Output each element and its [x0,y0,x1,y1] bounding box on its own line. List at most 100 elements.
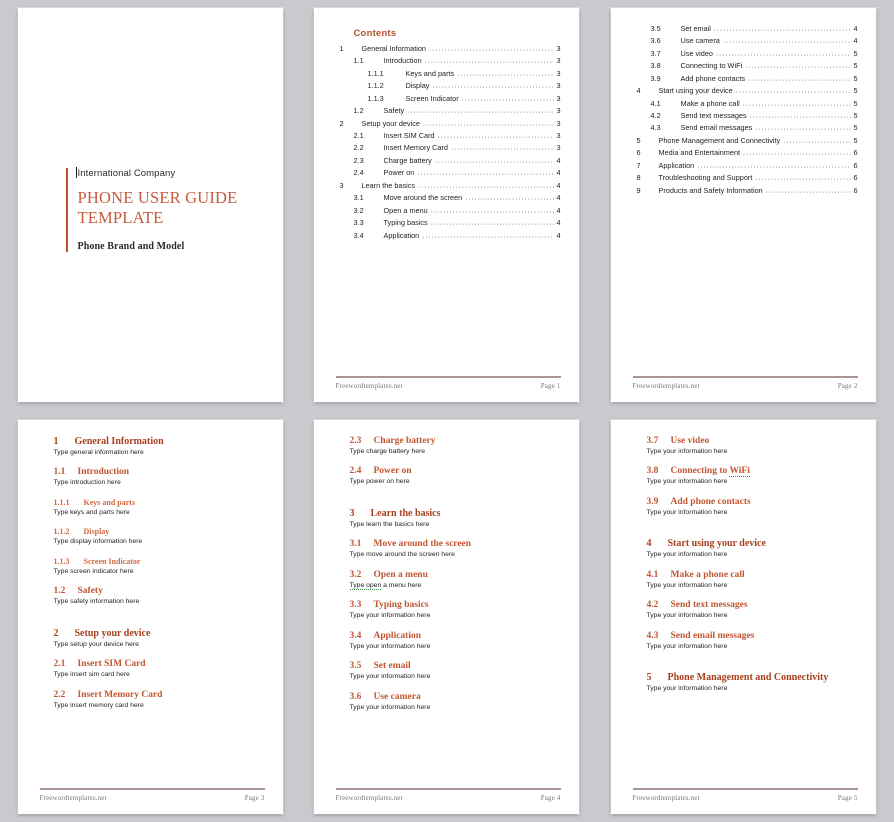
toc-entry[interactable]: 6Media and Entertainment................… [633,147,858,159]
section-heading-level2[interactable]: 3.3Typing basics [350,600,561,610]
toc-entry-page: 5 [851,112,857,119]
section-heading-level2[interactable]: 4.3Send email messages [647,631,858,641]
section-heading-level2[interactable]: 1.1Introduction [54,467,265,477]
section-heading-level1[interactable]: 5Phone Management and Connectivity [647,672,858,683]
toc-entry[interactable]: 2.4Power on.............................… [336,167,561,179]
toc-entry[interactable]: 8Troubleshooting and Support............… [633,172,858,184]
toc-entry[interactable]: 4Start using your device................… [633,84,858,96]
section-body-text[interactable]: Type your information here [647,551,858,559]
section-heading-level2[interactable]: 1.2Safety [54,586,265,596]
section-heading-level2[interactable]: 3.6Use camera [350,692,561,702]
section-body-text[interactable]: Type open a menu here [350,582,561,590]
section-body-text[interactable]: Type your information here [350,643,561,651]
section-heading-level1[interactable]: 4Start using your device [647,538,858,549]
toc-entry[interactable]: 3.9Add phone contacts...................… [633,72,858,84]
section-body-text[interactable]: Type move around the screen here [350,551,561,559]
section-heading-level2[interactable]: 3.2Open a menu [350,570,561,580]
section-heading-level1[interactable]: 3Learn the basics [350,508,561,519]
toc-entry[interactable]: 3.7Use video............................… [633,47,858,59]
section-body-text[interactable]: Type your information here [647,509,858,517]
toc-entry[interactable]: 5Phone Management and Connectivity......… [633,134,858,146]
toc-entry[interactable]: 4.2Send text messages...................… [633,109,858,121]
section-title: Typing basics [374,600,429,610]
section-body-text[interactable]: Type safety information here [54,598,265,606]
section-body-text[interactable]: Type your information here [647,478,858,486]
toc-entry[interactable]: 1.1Introduction.........................… [336,54,561,66]
section-body-text[interactable]: Type your information here [350,704,561,712]
section-heading-level2[interactable]: 4.2Send text messages [647,600,858,610]
cover-document-subtitle[interactable]: Phone Brand and Model [78,241,263,252]
document-page-cover[interactable]: International Company PHONE USER GUIDE T… [18,8,283,402]
cover-company-name[interactable]: International Company [78,168,263,179]
section-heading-level1[interactable]: 1General Information [54,436,265,447]
page-footer-3: Freewordtemplates.net Page 3 [40,788,265,802]
section-body-text[interactable]: Type your information here [647,448,858,456]
toc-entry[interactable]: 3.1Move around the screen...............… [336,192,561,204]
cover-title-block: International Company PHONE USER GUIDE T… [66,168,263,252]
toc-entry[interactable]: 2.3Charge battery.......................… [336,154,561,166]
toc-entry[interactable]: 3.6Use camera...........................… [633,34,858,46]
section-body-text[interactable]: Type your information here [350,673,561,681]
section-title: Display [84,527,110,536]
toc-entry[interactable]: 3.4Application..........................… [336,229,561,241]
section-body-text[interactable]: Type display information here [54,538,265,546]
document-page-2[interactable]: 3.5Set email............................… [611,8,876,402]
cover-document-title[interactable]: PHONE USER GUIDE TEMPLATE [78,188,263,228]
toc-entry[interactable]: 2.1Insert SIM Card......................… [336,129,561,141]
toc-entry[interactable]: 4.3Send email messages..................… [633,122,858,134]
toc-entry[interactable]: 1.2Safety...............................… [336,104,561,116]
section-body-text[interactable]: Type insert memory card here [54,702,265,710]
section-body-text[interactable]: Type your information here [647,685,858,693]
toc-leader-dots: ........................................… [766,186,852,193]
section-body-text[interactable]: Type introduction here [54,479,265,487]
section-body-text[interactable]: Type your information here [350,612,561,620]
section-heading-level3[interactable]: 1.1.1Keys and parts [54,498,265,507]
section-body-text[interactable]: Type power on here [350,478,561,486]
toc-entry[interactable]: 1.1.2Display............................… [336,79,561,91]
toc-entry[interactable]: 3.2Open a menu..........................… [336,204,561,216]
section-body-text[interactable]: Type learn the basics here [350,521,561,529]
toc-entry[interactable]: 3.3Typing basics........................… [336,217,561,229]
section-body-text[interactable]: Type your information here [647,582,858,590]
toc-entry-page: 5 [851,50,857,57]
section-heading-level2[interactable]: 2.3Charge battery [350,436,561,446]
section-body-text[interactable]: Type charge battery here [350,448,561,456]
toc-entry[interactable]: 1.1.1Keys and parts.....................… [336,67,561,79]
section-heading-level2[interactable]: 3.4Application [350,631,561,641]
section-body-text[interactable]: Type insert sim card here [54,671,265,679]
toc-entry[interactable]: 3.8Connecting to WiFi...................… [633,59,858,71]
section-heading-level2[interactable]: 2.2Insert Memory Card [54,690,265,700]
section-body-text[interactable]: Type keys and parts here [54,509,265,517]
document-page-5[interactable]: 3.7Use video Type your information here 3.… [611,420,876,814]
toc-entry[interactable]: 2Setup your device......................… [336,117,561,129]
section-title: Use camera [374,692,421,702]
document-page-4[interactable]: 2.3Charge battery Type charge battery her… [314,420,579,814]
section-heading-level2[interactable]: 3.5Set email [350,661,561,671]
toc-entry[interactable]: 3Learn the basics.......................… [336,179,561,191]
section-body-text[interactable]: Type setup your device here [54,641,265,649]
section-body-text[interactable]: Type general information here [54,449,265,457]
toc-entry[interactable]: 7Application............................… [633,159,858,171]
section-body-text[interactable]: Type screen indicator here [54,568,265,576]
toc-entry[interactable]: 3.5Set email............................… [633,22,858,34]
toc-entry-page: 3 [554,120,560,127]
section-heading-level2[interactable]: 3.9Add phone contacts [647,497,858,507]
document-page-1[interactable]: Contents 1General Information...........… [314,8,579,402]
toc-entry[interactable]: 1General Information....................… [336,42,561,54]
section-heading-level2[interactable]: 2.4Power on [350,466,561,476]
section-heading-level2[interactable]: 3.8Connecting to WiFi [647,466,858,476]
toc-entry[interactable]: 4.1Make a phone call....................… [633,97,858,109]
section-body-text[interactable]: Type your information here [647,612,858,620]
section-heading-level2[interactable]: 3.1Move around the screen [350,539,561,549]
toc-entry[interactable]: 1.1.3Screen Indicator...................… [336,92,561,104]
toc-entry[interactable]: 9Products and Safety Information........… [633,184,858,196]
section-heading-level2[interactable]: 3.7Use video [647,436,858,446]
section-heading-level3[interactable]: 1.1.3Screen Indicator [54,557,265,566]
section-heading-level1[interactable]: 2Setup your device [54,628,265,639]
document-page-3[interactable]: 1General Information Type general informa… [18,420,283,814]
section-body-text[interactable]: Type your information here [647,643,858,651]
toc-entry[interactable]: 2.2Insert Memory Card...................… [336,142,561,154]
section-heading-level3[interactable]: 1.1.2Display [54,527,265,536]
section-heading-level2[interactable]: 2.1Insert SIM Card [54,659,265,669]
section-heading-level2[interactable]: 4.1Make a phone call [647,570,858,580]
